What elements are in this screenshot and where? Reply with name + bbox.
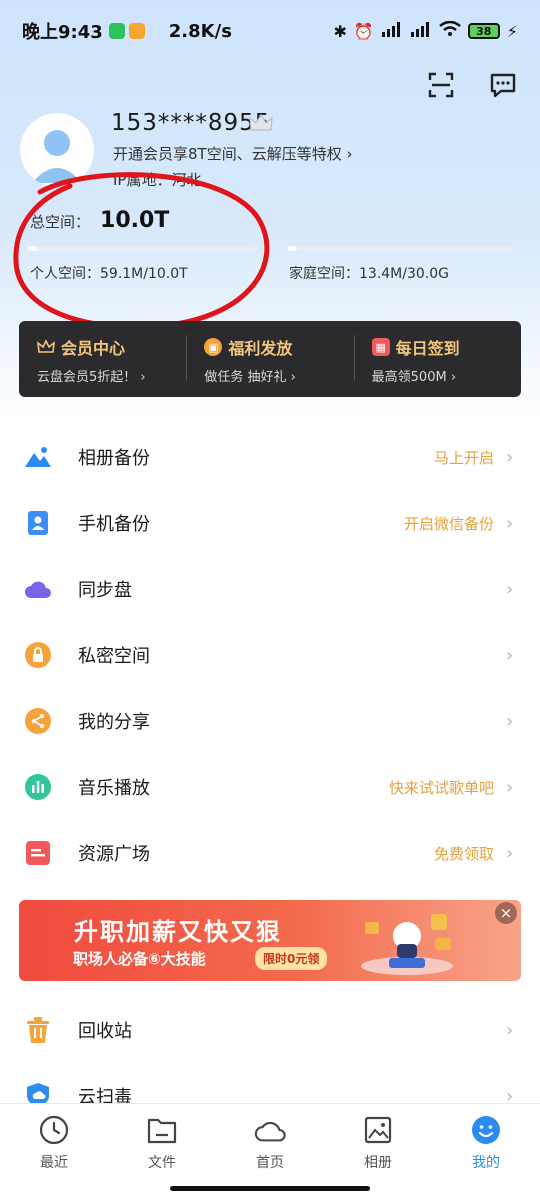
promo-banner[interactable]: 升职加薪又快又狠 职场人必备⑥大技能 限时0元领 × <box>19 900 521 981</box>
chevron-right-icon: › <box>506 1019 514 1041</box>
nav-label: 最近 <box>40 1155 68 1171</box>
share-icon <box>24 707 52 735</box>
folder-icon <box>146 1114 178 1146</box>
menu-label: 私密空间 <box>78 646 150 667</box>
menu-item-resource-square[interactable]: 资源广场 免费领取 › <box>0 820 540 886</box>
nav-mine[interactable]: 我的 <box>432 1104 540 1200</box>
ip-location: IP属地：河北 <box>113 171 202 189</box>
total-space-value: 10.0T <box>100 208 170 233</box>
trash-icon <box>24 1016 52 1044</box>
photo-mountain-icon <box>24 443 52 471</box>
music-bars-icon <box>24 773 52 801</box>
nav-recent[interactable]: 最近 <box>0 1104 108 1200</box>
network-speed: 2.8K/s <box>168 20 232 42</box>
total-space: 总空间： 10.0T <box>30 208 169 233</box>
chevron-right-icon: › <box>506 644 514 666</box>
menu-label: 同步盘 <box>78 580 132 601</box>
menu-hint: 快来试试歌单吧 <box>388 778 494 797</box>
header-actions <box>426 70 518 100</box>
signal-icon <box>381 21 403 41</box>
chevron-right-icon: › <box>506 776 514 798</box>
chevron-right-icon: › <box>506 578 514 600</box>
checkin-title: 每日签到 <box>395 339 460 358</box>
menu-label: 资源广场 <box>78 844 150 865</box>
feature-menu: 相册备份 马上开启 › 手机备份 开启微信备份 › 同步盘 › 私密空间 › 我… <box>0 424 540 886</box>
bluetooth-icon: ✱ <box>333 21 347 41</box>
image-icon <box>362 1114 394 1146</box>
clock-icon <box>38 1114 70 1146</box>
menu-hint: 马上开启 <box>433 448 494 467</box>
charging-icon: ⚡ <box>506 21 518 41</box>
vip-center-card[interactable]: 会员中心 云盘会员5折起！ › <box>19 321 186 397</box>
family-space-fill <box>288 246 298 251</box>
banner-title: 升职加薪又快又狠 <box>74 918 282 946</box>
message-icon[interactable] <box>488 70 518 100</box>
status-time: 晚上9:43 <box>22 22 103 43</box>
vip-strip: 会员中心 云盘会员5折起！ › ▣ 福利发放 做任务 抽好礼 › ▦ 每日签到 … <box>19 321 521 397</box>
resource-icon <box>24 839 52 867</box>
menu-item-music[interactable]: 音乐播放 快来试试歌单吧 › <box>0 754 540 820</box>
total-space-label: 总空间： <box>30 213 91 231</box>
contact-card-icon <box>24 509 52 537</box>
avatar[interactable] <box>20 113 94 187</box>
crown-icon <box>37 338 55 356</box>
personal-space-fill <box>28 246 38 251</box>
battery-indicator: 38 <box>467 23 500 39</box>
scan-icon[interactable] <box>426 70 456 100</box>
chevron-right-icon: › <box>506 842 514 864</box>
menu-item-private-space[interactable]: 私密空间 › <box>0 622 540 688</box>
chevron-right-icon: › <box>506 512 514 534</box>
nav-label: 相册 <box>364 1155 392 1171</box>
vip-crown-icon <box>248 112 274 134</box>
close-icon[interactable]: × <box>495 902 517 924</box>
menu-label: 手机备份 <box>78 514 150 535</box>
menu-label: 音乐播放 <box>78 778 150 799</box>
banner-free-tag: 限时0元领 <box>255 947 328 970</box>
signal-icon-2 <box>410 21 432 41</box>
menu-label: 我的分享 <box>78 712 150 733</box>
banner-subtitle: 职场人必备⑥大技能 <box>73 950 206 968</box>
chevron-right-icon: › <box>506 446 514 468</box>
menu-label: 回收站 <box>78 1021 132 1042</box>
status-bar: 晚上9:43 2.8K/s ✱ ⏰ 38 ⚡ <box>0 0 540 62</box>
wechat-notification-icon <box>108 23 125 39</box>
menu-label: 相册备份 <box>78 448 150 469</box>
gift-icon: ▣ <box>204 338 223 356</box>
cloud-icon <box>24 575 52 603</box>
family-space-bar <box>288 246 514 251</box>
checkin-card[interactable]: ▦ 每日签到 最高领500M › <box>353 321 521 397</box>
welfare-title: 福利发放 <box>228 339 293 358</box>
family-space-label[interactable]: 家庭空间：13.4M/30.0G <box>289 263 449 283</box>
nav-label: 我的 <box>472 1155 500 1171</box>
checkin-sub: 最高领500M › <box>371 370 457 385</box>
menu-item-my-share[interactable]: 我的分享 › <box>0 688 540 754</box>
user-phone: 153****8955 <box>111 110 271 136</box>
menu-item-photo-backup[interactable]: 相册备份 马上开启 › <box>0 424 540 490</box>
home-indicator <box>170 1186 370 1191</box>
menu-item-sync-disk[interactable]: 同步盘 › <box>0 556 540 622</box>
nav-label: 首页 <box>256 1155 284 1171</box>
wifi-icon <box>438 20 461 41</box>
smile-icon <box>470 1114 502 1146</box>
calendar-icon: ▦ <box>371 338 390 356</box>
menu-hint: 开启微信备份 <box>403 514 494 533</box>
chevron-right-icon: › <box>506 710 514 732</box>
menu-item-phone-backup[interactable]: 手机备份 开启微信备份 › <box>0 490 540 556</box>
welfare-sub: 做任务 抽好礼 › <box>204 370 296 385</box>
app-notification-icon <box>128 23 145 39</box>
vip-center-sub: 云盘会员5折起！ › <box>37 370 146 385</box>
nav-label: 文件 <box>148 1155 176 1171</box>
menu-item-recycle-bin[interactable]: 回收站 › <box>0 997 540 1063</box>
personal-space-label[interactable]: 个人空间：59.1M/10.0T <box>30 263 188 283</box>
lock-icon <box>24 641 52 669</box>
alarm-icon: ⏰ <box>353 21 374 41</box>
banner-illustration <box>361 914 453 975</box>
vip-center-title: 会员中心 <box>61 339 126 358</box>
cloud-outline-icon <box>254 1114 286 1146</box>
personal-space-bar <box>28 246 254 251</box>
vip-upgrade-link[interactable]: 开通会员享8T空间、云解压等特权 › <box>113 143 352 164</box>
welfare-card[interactable]: ▣ 福利发放 做任务 抽好礼 › <box>186 321 353 397</box>
menu-hint: 免费领取 <box>433 844 494 863</box>
